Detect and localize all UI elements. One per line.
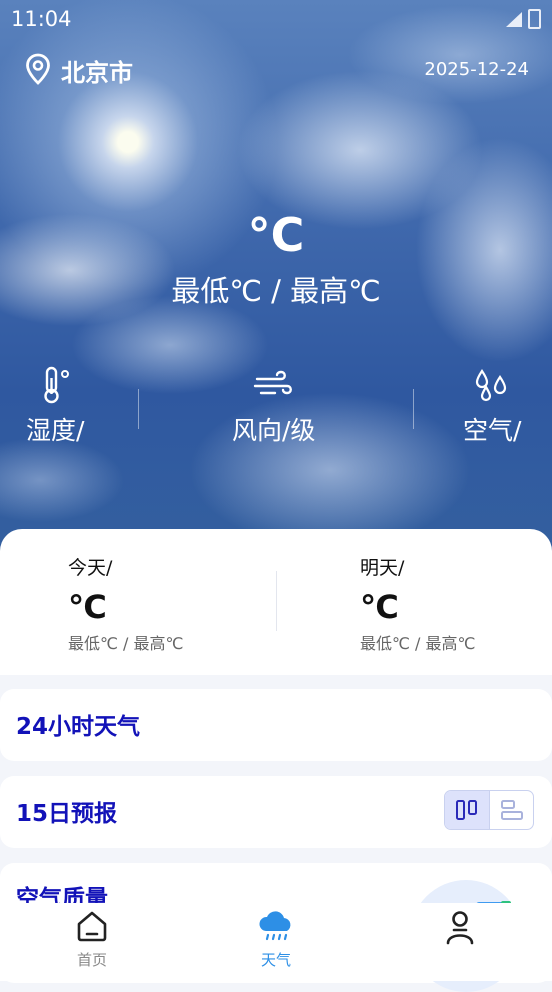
air-drops-icon [476, 369, 507, 402]
weather-cloud-icon [259, 911, 291, 941]
location-pin-icon[interactable] [25, 53, 51, 85]
bottom-nav: 首页 天气 [0, 903, 552, 981]
columns-view-icon [456, 800, 477, 820]
status-time: 11:04 [11, 7, 72, 31]
forecast-tomorrow-label: 明天/ [360, 557, 405, 579]
nav-weather-label: 天气 [260, 951, 291, 969]
hourly-weather-section: 24小时天气 [0, 689, 552, 761]
forecast-tomorrow[interactable]: 明天/ ℃ 最低℃ / 最高℃ [360, 553, 476, 654]
metric-air-label: 空气/ [463, 416, 522, 445]
thermometer-icon [44, 366, 70, 404]
status-bar: 11:04 [0, 0, 552, 38]
forecast-divider [276, 571, 277, 631]
nav-tab-profile[interactable] [400, 903, 520, 955]
city-name[interactable]: 北京市 [61, 53, 133, 88]
metric-wind-label: 风向/级 [232, 416, 316, 445]
forecast-today-label: 今天/ [68, 557, 113, 579]
metric-divider [413, 389, 414, 429]
rows-view-icon [501, 800, 523, 820]
metric-air: 空气/ [463, 365, 521, 447]
forecast-tomorrow-temp: ℃ [360, 588, 399, 626]
nav-tab-weather[interactable]: 天气 [216, 903, 336, 970]
current-date: 2025-12-24 [424, 59, 529, 80]
nav-home-label: 首页 [76, 951, 107, 969]
metric-wind: 风向/级 [232, 365, 315, 447]
wind-icon [253, 370, 292, 395]
daily-forecast-title: 15日预报 [16, 801, 118, 827]
daily-forecast-section: 15日预报 [0, 776, 552, 848]
forecast-today[interactable]: 今天/ ℃ 最低℃ / 最高℃ [68, 553, 184, 654]
hourly-weather-title: 24小时天气 [16, 714, 141, 740]
forecast-tomorrow-range: 最低℃ / 最高℃ [360, 634, 476, 653]
current-temp-range: 最低℃ / 最高℃ [171, 274, 381, 308]
current-temperature: °C [247, 208, 305, 262]
view-toggle [444, 790, 534, 830]
view-toggle-rows[interactable] [489, 791, 533, 829]
home-icon [77, 911, 107, 942]
metric-humidity: 湿度/ [26, 365, 84, 447]
signal-icon [506, 12, 522, 27]
profile-icon [446, 911, 474, 945]
forecast-today-range: 最低℃ / 最高℃ [68, 634, 184, 653]
forecast-today-temp: ℃ [68, 588, 107, 626]
metric-humidity-label: 湿度/ [26, 416, 85, 445]
metric-divider [138, 389, 139, 429]
battery-icon [528, 9, 541, 29]
view-toggle-columns[interactable] [445, 791, 489, 829]
nav-tab-home[interactable]: 首页 [32, 903, 152, 970]
forecast-card: 今天/ ℃ 最低℃ / 最高℃ 明天/ ℃ 最低℃ / 最高℃ [0, 529, 552, 675]
